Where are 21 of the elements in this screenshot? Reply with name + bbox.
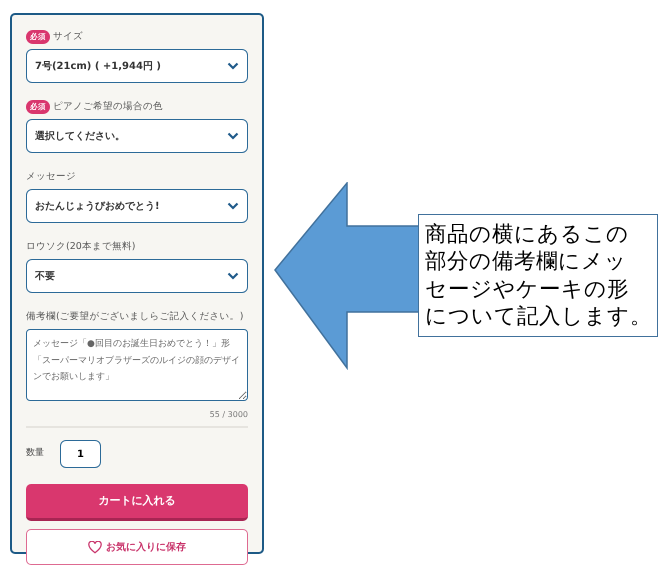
remarks-field[interactable]: メッセージ「●回目のお誕生日おめでとう！」形「スーパーマリオブラザーズのルイジの顔のデザインでお願いします」 [26, 329, 248, 401]
select-field[interactable]: 不要 [26, 259, 248, 293]
field-label: ロウソク(20本まで無料) [26, 240, 136, 254]
callout-text: 商品の横にあるこの 部分の備考欄にメッ セージやケーキの形 について記入します。 [418, 214, 658, 337]
field-label: 備考欄(ご要望がございましらご記入ください。) [26, 310, 244, 324]
field-label: メッセージ [26, 170, 76, 184]
character-counter: 55 / 3000 [208, 409, 248, 421]
quantity-label: 数量 [26, 447, 44, 460]
select-field[interactable]: 7号(21cm) ( +1,944円 ) [26, 49, 248, 83]
select-field[interactable]: おたんじょうびおめでとう! [26, 189, 248, 223]
chevron-icon [227, 202, 239, 210]
quantity-field[interactable]: 1 [60, 440, 101, 468]
field-label: ピアノご希望の場合の色 [53, 100, 163, 114]
select-field[interactable]: 選択してください。 [26, 119, 248, 153]
heart-icon [88, 540, 102, 554]
chevron-icon [227, 62, 239, 70]
chevron-icon [227, 272, 239, 280]
field-label: サイズ [53, 30, 83, 44]
add-to-cart-button[interactable]: カートに入れる [26, 484, 248, 521]
chevron-icon [227, 132, 239, 140]
favorite-button[interactable]: お気に入りに保存 [26, 529, 248, 565]
